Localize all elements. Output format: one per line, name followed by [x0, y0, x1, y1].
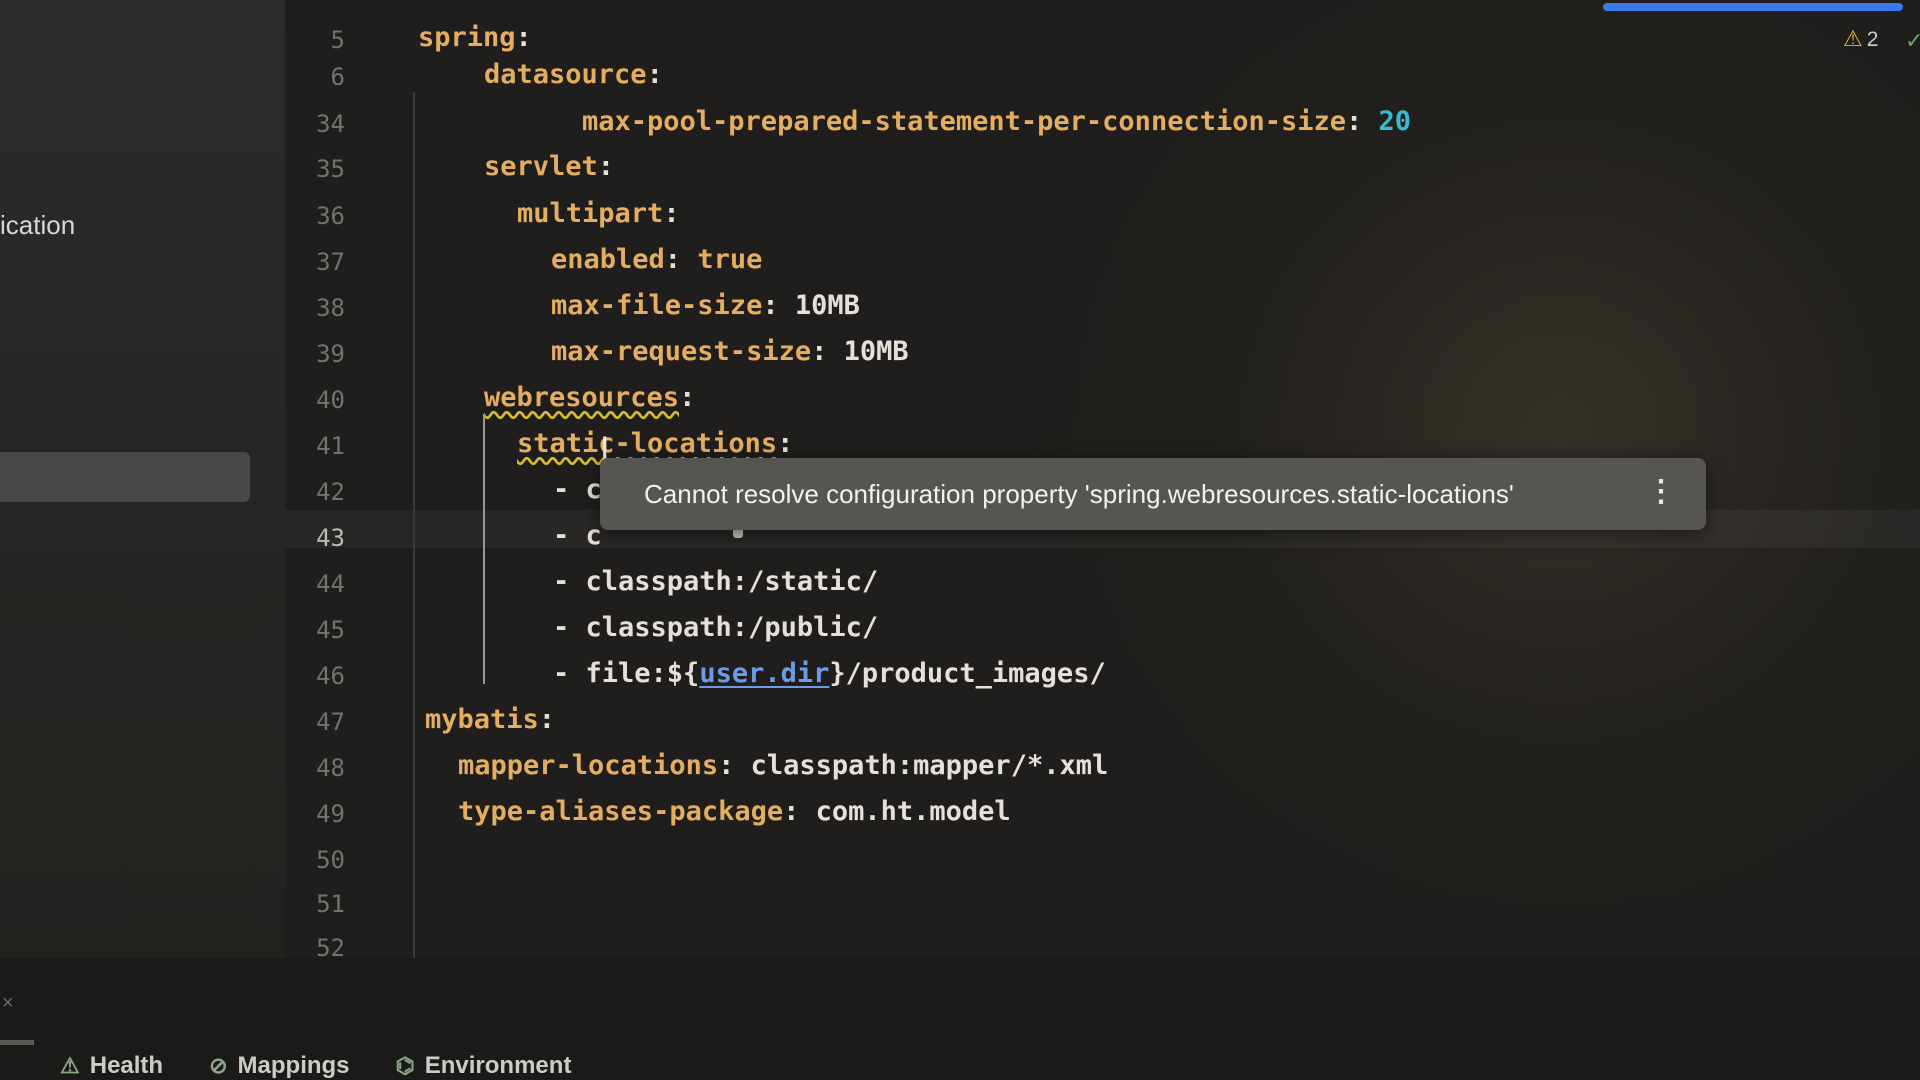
- code-token: multipart: [517, 198, 664, 229]
- code-token: enabled: [551, 244, 665, 275]
- line-number: 45: [316, 616, 345, 644]
- code-token: mybatis: [425, 704, 539, 735]
- bottom-tab-bar: ⚠ Health ⊘ Mappings ⌬ Environment: [0, 1052, 1920, 1080]
- code-token: static-locations: [517, 428, 778, 459]
- code-line[interactable]: servlet:: [484, 151, 614, 182]
- line-number: 35: [316, 155, 345, 183]
- code-token: max-pool-prepared-statement-per-connecti…: [582, 106, 1347, 137]
- code-line[interactable]: max-request-size: 10MB: [551, 336, 909, 367]
- code-token: :: [777, 428, 794, 459]
- line-number: 48: [316, 754, 345, 782]
- code-line[interactable]: datasource:: [484, 59, 663, 90]
- code-line[interactable]: - classpath:/public/: [553, 612, 878, 643]
- line-number: 49: [316, 800, 345, 828]
- line-number: 51: [316, 890, 345, 918]
- code-token: }/product_images/: [829, 658, 1106, 689]
- code-line[interactable]: webresources:: [484, 382, 695, 413]
- tab-environment[interactable]: ⌬ Environment: [396, 1052, 572, 1080]
- indexing-progress-bar: [1603, 3, 1903, 11]
- line-number: 42: [316, 478, 345, 506]
- code-reference[interactable]: user.dir: [699, 658, 829, 689]
- code-token: :: [663, 198, 680, 229]
- code-token: 20: [1378, 106, 1412, 137]
- code-line[interactable]: - classpath:/static/: [553, 566, 878, 597]
- code-line[interactable]: - c: [553, 474, 602, 505]
- code-token: servlet: [484, 151, 598, 182]
- line-number: 47: [316, 708, 345, 736]
- code-line[interactable]: mybatis:: [425, 704, 555, 735]
- code-token: - c: [553, 520, 602, 551]
- warning-icon: ⚠: [1843, 26, 1863, 51]
- project-sidebar: ication: [0, 0, 285, 958]
- tab-label: Health: [89, 1052, 164, 1079]
- code-token: - file:${: [553, 658, 700, 689]
- code-line[interactable]: - file:${user.dir}/product_images/: [553, 658, 1106, 689]
- sidebar-item-label[interactable]: ication: [0, 210, 75, 241]
- code-token: :: [646, 59, 663, 90]
- code-line[interactable]: static-locations:: [517, 428, 793, 459]
- close-icon[interactable]: ×: [2, 992, 14, 1015]
- code-token: - classpath:/static/: [553, 566, 879, 597]
- code-token: - classpath:/public/: [553, 612, 879, 643]
- sidebar-selected-item[interactable]: [0, 452, 250, 502]
- code-token: spring: [418, 22, 516, 53]
- code-token: : classpath:mapper/*.xml: [718, 750, 1109, 781]
- line-number: 44: [316, 570, 345, 598]
- code-token: mapper-locations: [458, 750, 719, 781]
- tab-label: Mappings: [237, 1052, 350, 1079]
- indent-guide-active: [483, 414, 485, 684]
- line-number: 52: [316, 934, 345, 958]
- code-token: : com.ht.model: [783, 796, 1011, 827]
- line-number: 34: [316, 110, 345, 138]
- warning-indicator[interactable]: ⚠ 2: [1843, 26, 1878, 52]
- code-token: true: [697, 244, 763, 275]
- code-token: : 10MB: [762, 290, 860, 321]
- line-number: 5: [330, 26, 345, 54]
- error-tooltip: Cannot resolve configuration property 's…: [600, 458, 1706, 530]
- health-icon: ⚠: [60, 1053, 80, 1078]
- code-token: max-request-size: [551, 336, 812, 367]
- code-line[interactable]: - c: [553, 520, 602, 551]
- code-line[interactable]: max-pool-prepared-statement-per-connecti…: [582, 106, 1411, 137]
- code-token: :: [679, 382, 696, 413]
- environment-icon: ⌬: [395, 1053, 415, 1078]
- tooltip-message: Cannot resolve configuration property 's…: [644, 479, 1514, 509]
- code-token: type-aliases-package: [458, 796, 784, 827]
- line-number: 6: [330, 63, 345, 91]
- line-number: 40: [316, 386, 345, 414]
- code-token: :: [597, 151, 615, 182]
- warning-count: 2: [1866, 28, 1879, 51]
- line-number: 50: [316, 846, 345, 874]
- code-token: :: [515, 22, 532, 53]
- line-number: 41: [316, 432, 345, 460]
- code-token: :: [538, 704, 556, 735]
- line-number: 46: [316, 662, 345, 690]
- line-number: 43: [316, 524, 345, 552]
- more-vertical-icon[interactable]: ⋮: [1646, 474, 1676, 509]
- code-token: datasource: [484, 59, 647, 90]
- code-token: max-file-size: [551, 290, 763, 321]
- line-number: 37: [316, 248, 345, 276]
- bottom-scroll-indicator: [0, 1040, 34, 1045]
- line-number: 38: [316, 294, 345, 322]
- tab-mappings[interactable]: ⊘ Mappings: [209, 1052, 349, 1080]
- check-icon[interactable]: ✓: [1905, 28, 1920, 54]
- line-number: 39: [316, 340, 345, 368]
- code-token: :: [664, 244, 698, 275]
- code-line[interactable]: enabled: true: [551, 244, 762, 275]
- code-token: : 10MB: [811, 336, 909, 367]
- code-line[interactable]: type-aliases-package: com.ht.model: [458, 796, 1011, 827]
- code-token: - c: [553, 474, 602, 505]
- tab-label: Environment: [424, 1052, 572, 1079]
- code-line[interactable]: multipart:: [517, 198, 680, 229]
- code-token: :: [1346, 106, 1379, 137]
- code-line[interactable]: spring:: [418, 22, 532, 53]
- indent-guide: [413, 92, 415, 958]
- mappings-icon: ⊘: [209, 1053, 228, 1078]
- code-line[interactable]: max-file-size: 10MB: [551, 290, 860, 321]
- code-line[interactable]: mapper-locations: classpath:mapper/*.xml: [458, 750, 1108, 781]
- tab-health[interactable]: ⚠ Health: [60, 1052, 163, 1080]
- line-number: 36: [316, 202, 345, 230]
- code-token: webresources: [484, 382, 680, 413]
